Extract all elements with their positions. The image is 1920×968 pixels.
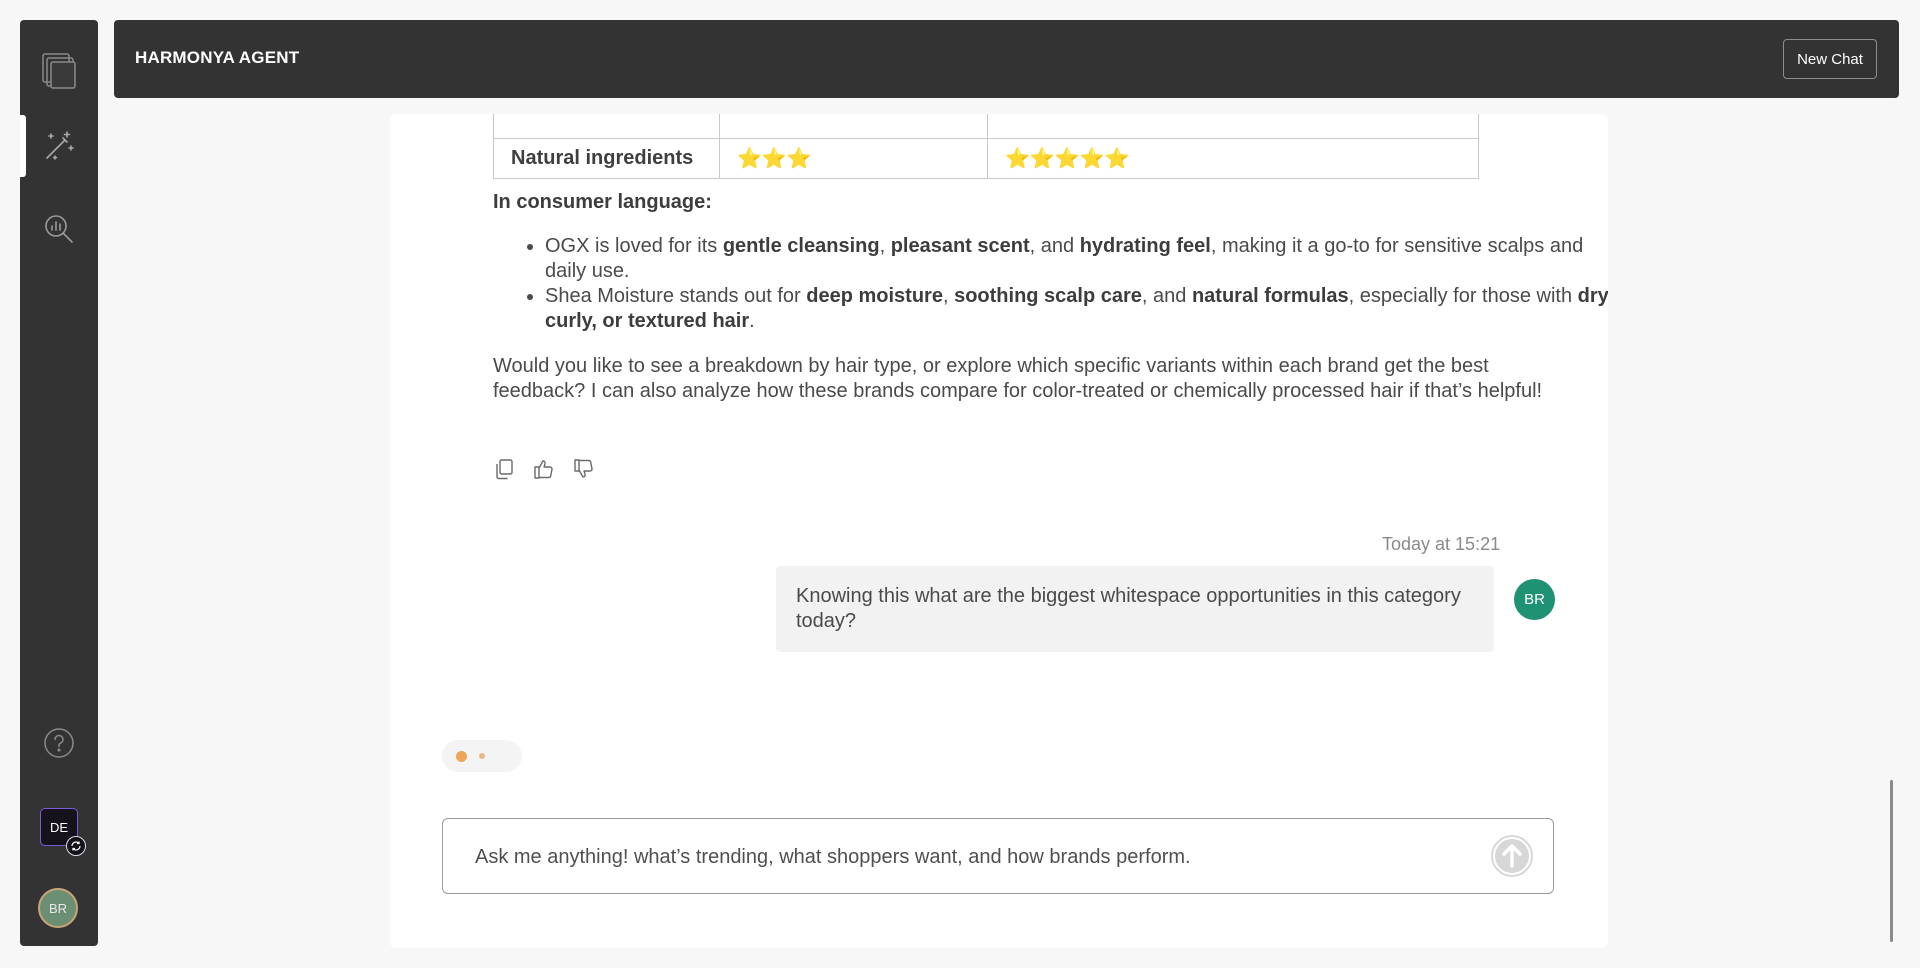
message-avatar: BR bbox=[1514, 579, 1555, 620]
thumbs-up-icon[interactable] bbox=[533, 458, 555, 480]
thumbs-down-icon[interactable] bbox=[573, 458, 595, 480]
sync-icon[interactable] bbox=[66, 836, 86, 856]
table-cell bbox=[719, 114, 988, 139]
scrollbar[interactable] bbox=[1890, 780, 1893, 942]
arrow-up-icon bbox=[1493, 837, 1531, 875]
message-timestamp: Today at 15:21 bbox=[1382, 534, 1501, 554]
help-icon[interactable] bbox=[20, 712, 98, 774]
consumer-heading: In consumer language: bbox=[493, 191, 712, 213]
layers-logo-icon[interactable] bbox=[20, 40, 98, 102]
typing-dot bbox=[479, 753, 485, 759]
user-message-text: Knowing this what are the biggest whites… bbox=[796, 585, 1461, 632]
consumer-bullets: OGX is loved for its gentle cleansing, p… bbox=[493, 234, 1608, 334]
left-sidebar: DE BR bbox=[20, 20, 98, 946]
table-row bbox=[493, 114, 1479, 139]
list-item: Shea Moisture stands out for deep moistu… bbox=[545, 284, 1608, 334]
copy-icon[interactable] bbox=[493, 458, 515, 480]
table-cell bbox=[493, 114, 720, 139]
user-message-bubble: Knowing this what are the biggest whites… bbox=[776, 566, 1494, 652]
ogx-star-rating: ⭐⭐⭐ bbox=[719, 138, 988, 179]
table-row: Natural ingredients ⭐⭐⭐ ⭐⭐⭐⭐⭐ bbox=[493, 138, 1479, 179]
message-actions bbox=[493, 458, 595, 480]
table-cell bbox=[987, 114, 1479, 139]
send-button[interactable] bbox=[1491, 835, 1533, 877]
top-bar: HARMONYA AGENT New Chat bbox=[114, 20, 1899, 98]
user-avatar[interactable]: BR bbox=[38, 888, 78, 928]
typing-indicator bbox=[442, 740, 522, 772]
app-title: HARMONYA AGENT bbox=[135, 48, 300, 67]
chart-search-icon[interactable] bbox=[20, 198, 98, 260]
chat-input[interactable] bbox=[473, 837, 1457, 877]
shea-star-rating: ⭐⭐⭐⭐⭐ bbox=[987, 138, 1479, 179]
list-item: OGX is loved for its gentle cleansing, p… bbox=[545, 234, 1608, 284]
followup-text: Would you like to see a breakdown by hai… bbox=[493, 355, 1543, 402]
chat-panel: Natural ingredients ⭐⭐⭐ ⭐⭐⭐⭐⭐ In consume… bbox=[390, 114, 1608, 948]
ratings-table: Natural ingredients ⭐⭐⭐ ⭐⭐⭐⭐⭐ bbox=[493, 114, 1479, 179]
magic-wand-icon[interactable] bbox=[20, 115, 98, 177]
new-chat-button[interactable]: New Chat bbox=[1783, 39, 1877, 79]
typing-dot bbox=[456, 750, 467, 762]
table-cell: Natural ingredients bbox=[493, 138, 720, 179]
chat-input-box bbox=[442, 818, 1554, 894]
